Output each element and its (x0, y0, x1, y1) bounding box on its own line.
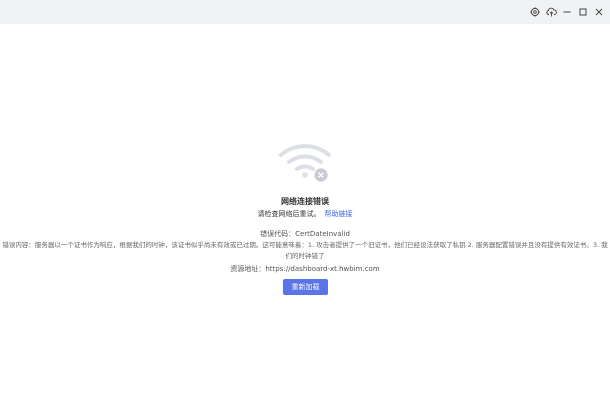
error-title: 网络连接错误 (281, 197, 329, 206)
reload-button[interactable]: 重新加载 (283, 279, 328, 295)
error-hint: 请检查网络后重试。 (257, 210, 321, 218)
minimize-icon[interactable] (560, 5, 574, 19)
wifi-disconnected-icon (279, 124, 335, 184)
resource-address-label: 资源地址： (230, 265, 266, 273)
error-code-label: 错误代码： (260, 230, 296, 238)
maximize-icon[interactable] (576, 5, 590, 19)
settings-icon[interactable] (528, 5, 542, 19)
resource-address-line: 资源地址：https://dashboard-xt.hwbim.com (0, 264, 610, 274)
cloud-upload-icon[interactable] (544, 5, 558, 19)
error-detail-text: 服务器以一个证书作为响应，根据我们的时钟，该证书似乎尚未有效或已过期。这可能意味… (34, 241, 608, 260)
error-code-line: 错误代码：CertDateInvalid (0, 229, 610, 239)
error-code-value: CertDateInvalid (295, 230, 350, 238)
resource-address-value: https://dashboard-xt.hwbim.com (265, 265, 380, 273)
window-controls (528, 5, 606, 19)
close-icon[interactable] (592, 5, 606, 19)
title-bar (0, 0, 610, 24)
help-link[interactable]: 帮助链接 (325, 210, 353, 218)
error-detail-label: 错误内容： (2, 241, 35, 249)
error-hint-line: 请检查网络后重试。 帮助链接 (0, 209, 610, 219)
error-detail: 错误内容：服务器以一个证书作为响应，根据我们的时钟，该证书似乎尚未有效或已过期。… (2, 240, 608, 262)
